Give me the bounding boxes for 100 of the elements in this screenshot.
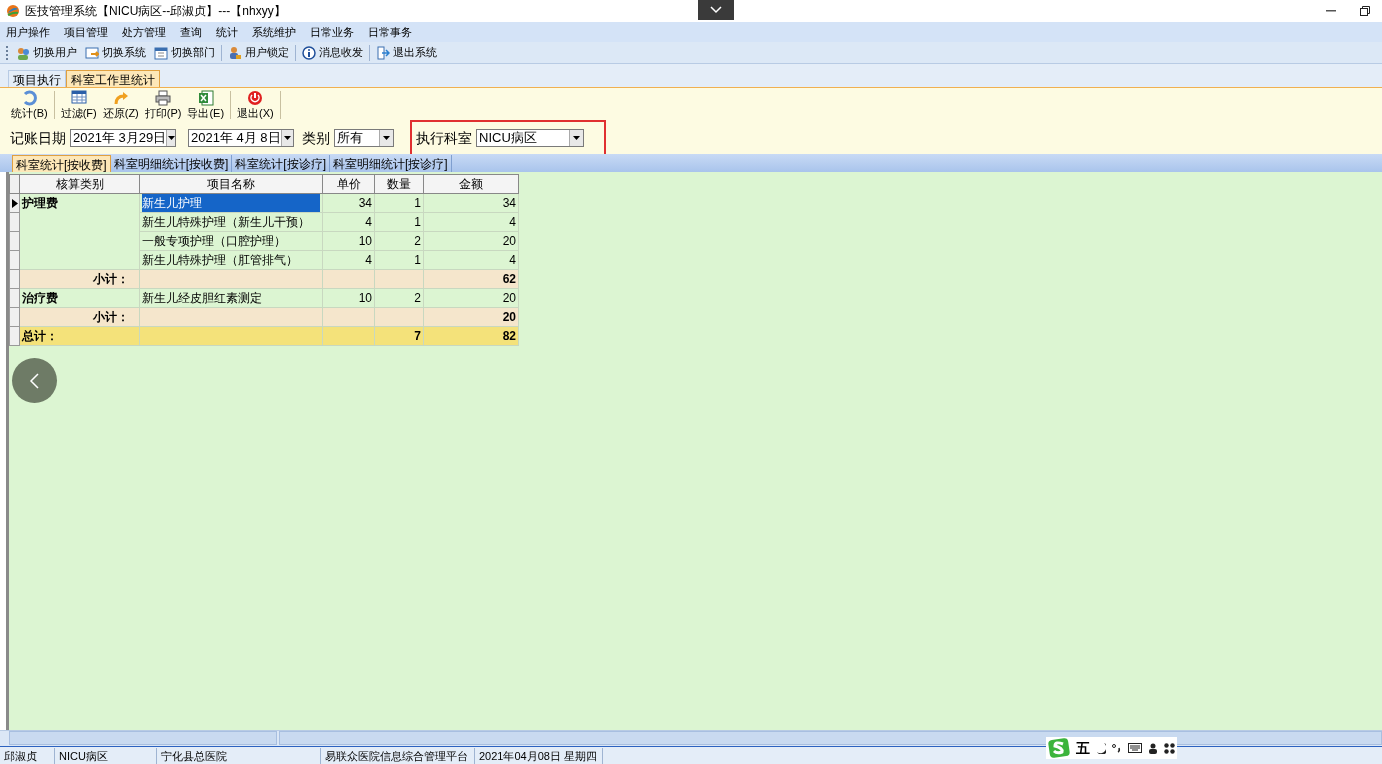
- table-cell: 20: [502, 234, 516, 248]
- column-header[interactable]: 单价: [322, 174, 375, 194]
- status-field: NICU病区: [55, 747, 157, 764]
- table-cell: 34: [502, 196, 516, 210]
- toolbar-button[interactable]: 退出系统: [374, 44, 439, 61]
- table-cell: 20: [502, 291, 516, 305]
- window-title: 医技管理系统【NICU病区--邱淑贞】---【nhxyy】: [25, 3, 286, 20]
- menu-item[interactable]: 用户操作: [6, 23, 50, 41]
- table-cell: 1: [414, 253, 421, 267]
- menu-item[interactable]: 查询: [180, 23, 202, 41]
- menu-item[interactable]: 日常业务: [310, 23, 354, 41]
- undo-arrow-icon: [112, 90, 129, 106]
- dropdown-arrow-icon: [573, 136, 580, 140]
- column-header[interactable]: 金额: [423, 174, 519, 194]
- users-icon: [16, 45, 30, 60]
- punctuation-icon[interactable]: [1112, 743, 1122, 753]
- toolbar-button[interactable]: 消息收发: [300, 44, 365, 61]
- tab[interactable]: 项目执行: [8, 70, 66, 87]
- exit-icon: [376, 45, 390, 60]
- menu-item[interactable]: 日常事务: [368, 23, 412, 41]
- current-row-icon: [12, 198, 18, 208]
- toolbar-button[interactable]: 切换用户: [14, 44, 79, 61]
- app-logo-icon: [6, 4, 20, 18]
- toolbar-button[interactable]: 导出(E): [184, 90, 228, 120]
- table-cell: 1: [414, 196, 421, 210]
- table-cell: 新生儿特殊护理（新生儿干预）: [142, 215, 310, 229]
- table-cell: 4: [509, 253, 516, 267]
- toolbar-button[interactable]: 还原(Z): [99, 90, 142, 120]
- menu-item[interactable]: 处方管理: [122, 23, 166, 41]
- table-cell: 10: [358, 291, 372, 305]
- tab[interactable]: 科室统计[按收费]: [12, 155, 111, 172]
- info-icon: [302, 45, 316, 60]
- field-label: 记账日期: [10, 128, 66, 148]
- table-cell: 7: [414, 329, 421, 343]
- table-cell: 护理费: [22, 196, 58, 211]
- restore-icon[interactable]: [1360, 6, 1370, 16]
- category-dropdown[interactable]: 所有: [334, 129, 394, 147]
- toolbar-button[interactable]: 用户锁定: [226, 44, 291, 61]
- menu-item[interactable]: 项目管理: [64, 23, 108, 41]
- date-field[interactable]: 2021年 4月 8日: [188, 129, 294, 147]
- table-cell: 82: [502, 329, 516, 343]
- spreadsheet-icon: [197, 90, 214, 106]
- grid-icon: [70, 90, 87, 106]
- table-cell: 总计：: [22, 329, 58, 343]
- department-dropdown[interactable]: NICU病区: [476, 129, 584, 147]
- column-header[interactable]: 数量: [374, 174, 424, 194]
- calendar-icon: [154, 45, 168, 60]
- chevron-down-icon: [710, 6, 722, 14]
- table-cell: 20: [502, 310, 516, 324]
- person-icon[interactable]: [1148, 742, 1158, 754]
- toolbar-button[interactable]: 过滤(F): [57, 90, 100, 120]
- column-header[interactable]: 核算类别: [19, 174, 140, 194]
- toolbar-button[interactable]: 切换部门: [152, 44, 217, 61]
- table-cell: 新生儿护理: [142, 194, 320, 212]
- table-cell: 2: [414, 234, 421, 248]
- table-cell: 一般专项护理（口腔护理）: [142, 234, 286, 248]
- apps-icon[interactable]: [1164, 742, 1175, 754]
- scrollbar[interactable]: [9, 731, 277, 745]
- dropdown-button[interactable]: [698, 0, 734, 20]
- field-label: 类别: [302, 128, 330, 148]
- table-cell: 4: [509, 215, 516, 229]
- table-cell: 4: [365, 253, 372, 267]
- status-field: 宁化县总医院: [157, 747, 321, 764]
- date-field[interactable]: 2021年 3月29日: [70, 129, 176, 147]
- dropdown-arrow-icon: [167, 136, 175, 140]
- column-header[interactable]: 项目名称: [139, 174, 323, 194]
- power-icon: [247, 90, 264, 106]
- table-cell: 34: [358, 196, 372, 210]
- table-cell: 新生儿经皮胆红素测定: [142, 291, 262, 305]
- dropdown-arrow-icon: [383, 136, 390, 140]
- table-cell: 新生儿特殊护理（肛管排气）: [142, 253, 298, 267]
- menu-item[interactable]: 系统维护: [252, 23, 296, 41]
- table-cell: 治疗费: [22, 291, 58, 305]
- chevron-left-icon: [27, 371, 42, 390]
- table-cell: 4: [365, 215, 372, 229]
- status-field: 易联众医院信息综合管理平台: [321, 747, 475, 764]
- dropdown-arrow-icon: [283, 136, 291, 140]
- toolbar-button[interactable]: 退出(X): [234, 90, 277, 120]
- table-cell: 1: [414, 215, 421, 229]
- input-mode-label[interactable]: 五: [1076, 737, 1090, 759]
- keyboard-icon[interactable]: [1128, 743, 1142, 753]
- toolbar-button[interactable]: 统计(B): [8, 90, 51, 120]
- table-cell: 小计：: [93, 272, 129, 286]
- field-label: 执行科室: [416, 128, 472, 148]
- user-lock-icon: [228, 45, 242, 60]
- toolbar-button[interactable]: 切换系统: [83, 44, 148, 61]
- menu-item[interactable]: 统计: [216, 23, 238, 41]
- refresh-icon: [21, 90, 38, 106]
- toolbar-button[interactable]: 打印(P): [141, 90, 185, 120]
- minimize-icon[interactable]: [1326, 10, 1336, 12]
- tab[interactable]: 科室工作里统计: [66, 70, 160, 87]
- status-field: 2021年04月08日 星期四: [475, 747, 603, 764]
- row-indicator[interactable]: [9, 193, 20, 213]
- table-cell: 2: [414, 291, 421, 305]
- back-button[interactable]: [12, 358, 57, 403]
- table-cell: 10: [358, 234, 372, 248]
- status-field: 邱淑贞: [0, 747, 55, 764]
- table-cell: 62: [502, 272, 516, 286]
- switch-icon: [85, 45, 99, 60]
- moon-icon[interactable]: [1096, 742, 1106, 754]
